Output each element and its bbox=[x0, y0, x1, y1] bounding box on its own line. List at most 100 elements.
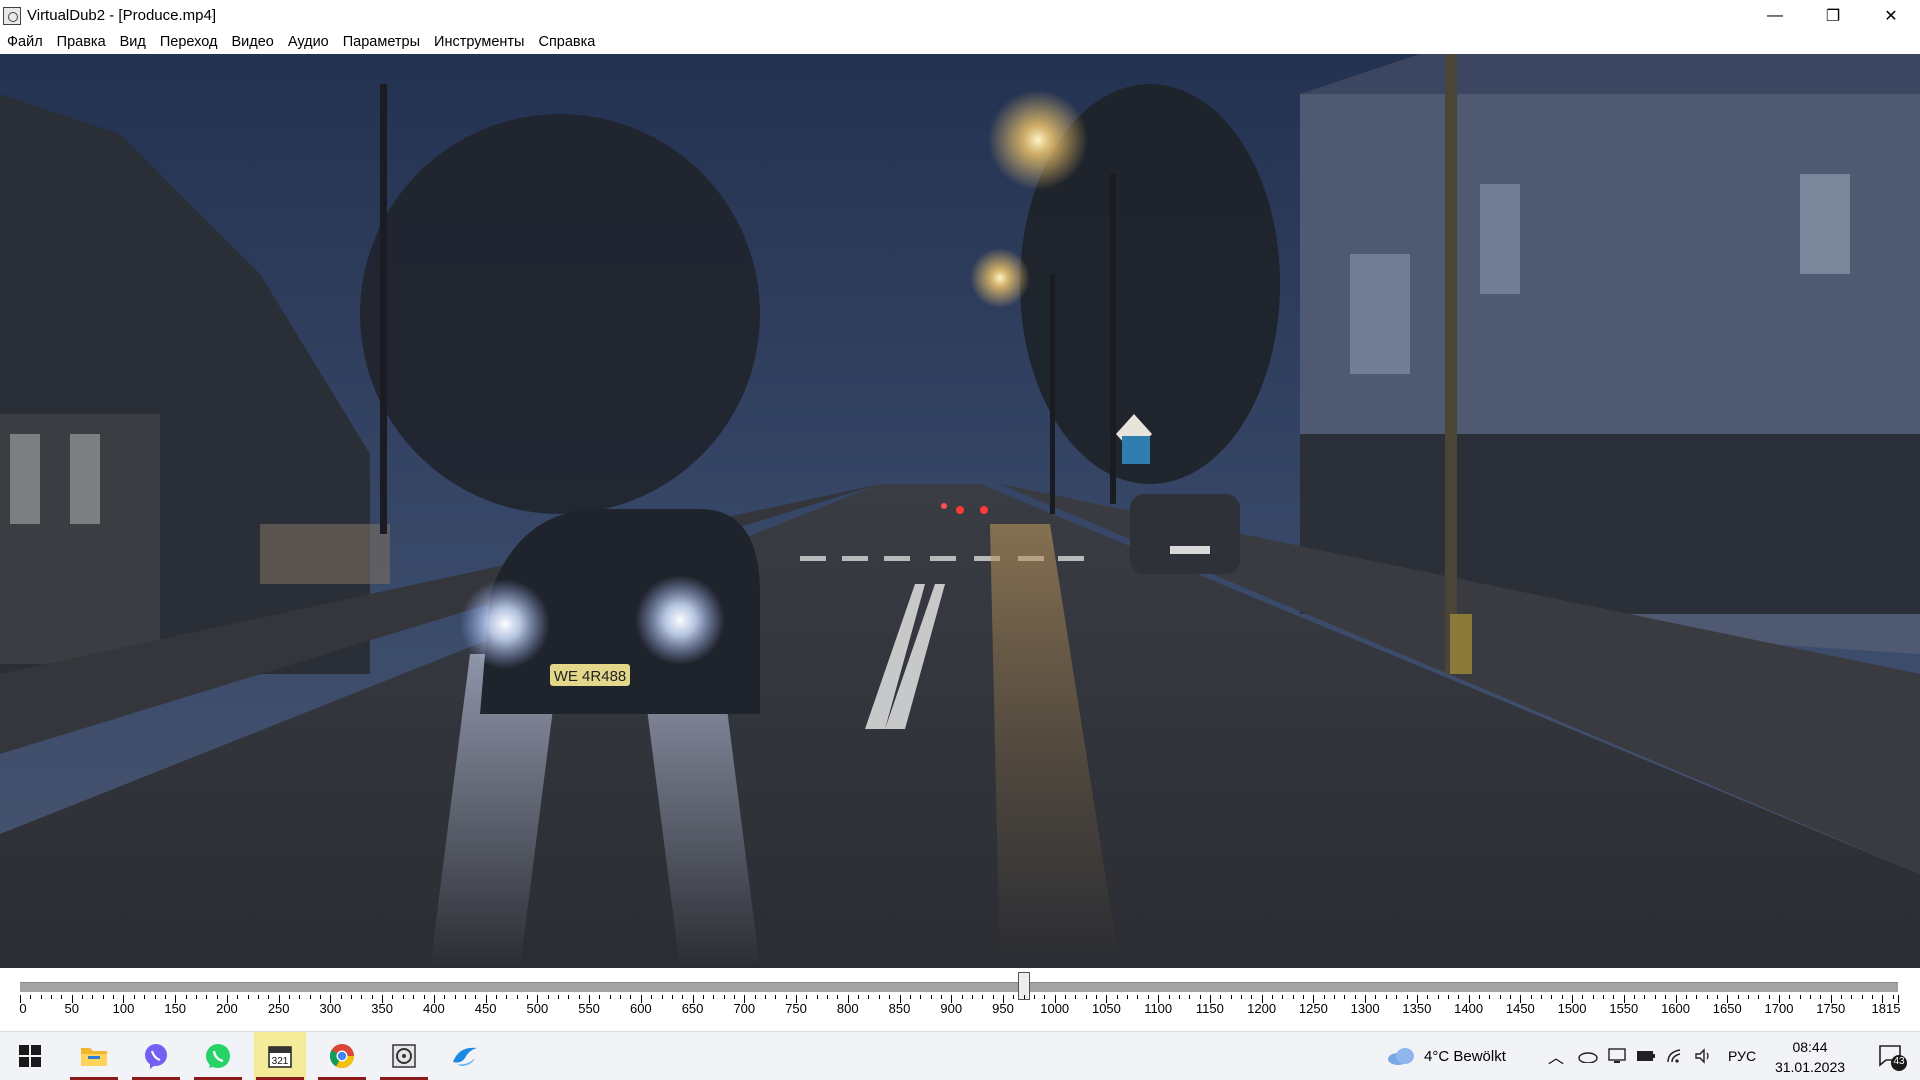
timeline-tick bbox=[1706, 995, 1708, 999]
chrome-icon bbox=[329, 1044, 354, 1069]
timeline-tick bbox=[1282, 995, 1284, 999]
speaker-icon[interactable] bbox=[1694, 1048, 1714, 1064]
timeline-tick-label: 1815 bbox=[1871, 1001, 1901, 1016]
timeline-tick bbox=[1272, 995, 1273, 999]
timeline-tick bbox=[1841, 995, 1843, 999]
timeline-tick-label: 100 bbox=[112, 1001, 135, 1016]
timeline-tick bbox=[620, 995, 622, 999]
timeline-tick-label: 150 bbox=[164, 1001, 187, 1016]
timeline-tick-label: 700 bbox=[733, 1001, 756, 1016]
notification-center-button[interactable]: 43 bbox=[1878, 1042, 1908, 1072]
timeline-tick bbox=[1168, 995, 1170, 999]
language-indicator[interactable]: РУС bbox=[1728, 1048, 1756, 1064]
timeline-tick bbox=[889, 995, 891, 999]
timeline-tick-label: 600 bbox=[629, 1001, 652, 1016]
timeline-tick-label: 1250 bbox=[1298, 1001, 1328, 1016]
timeline-tick bbox=[961, 995, 963, 999]
timeline-tick bbox=[1747, 995, 1749, 999]
timeline-tick bbox=[1509, 995, 1511, 999]
timeline-tick bbox=[402, 995, 404, 999]
timeline-tick-label: 750 bbox=[785, 1001, 807, 1016]
timeline-tick-label: 450 bbox=[474, 1001, 497, 1016]
timeline-tick bbox=[1685, 995, 1687, 999]
onedrive-cloud-icon[interactable] bbox=[1578, 1049, 1598, 1063]
maximize-button[interactable]: ❐ bbox=[1804, 0, 1862, 31]
timeline-tick-label: 1450 bbox=[1505, 1001, 1535, 1016]
timeline-tick bbox=[257, 995, 259, 999]
timeline-tick bbox=[920, 995, 922, 999]
timeline-tick-label: 50 bbox=[64, 1001, 79, 1016]
timeline-tick bbox=[1334, 995, 1336, 999]
timeline-tick bbox=[599, 995, 601, 999]
timeline-tick bbox=[1541, 995, 1543, 999]
timeline-tick bbox=[195, 995, 197, 999]
timeline-tick bbox=[1716, 995, 1718, 999]
timeline-tick-label: 1350 bbox=[1402, 1001, 1432, 1016]
chevron-up-icon[interactable]: ︿ bbox=[1548, 1044, 1564, 1068]
timeline-tick bbox=[1447, 995, 1449, 999]
taskbar-edge[interactable] bbox=[440, 1032, 492, 1080]
timeline-tick bbox=[1303, 995, 1305, 999]
timeline-tick bbox=[1375, 995, 1377, 999]
battery-icon[interactable] bbox=[1636, 1049, 1656, 1063]
timeline-tick bbox=[858, 995, 860, 999]
taskbar-calendar[interactable]: 321 bbox=[254, 1032, 306, 1080]
timeline-tick bbox=[309, 995, 311, 999]
clock[interactable]: 08:44 31.01.2023 bbox=[1770, 1037, 1850, 1077]
start-button[interactable] bbox=[4, 1032, 56, 1080]
menu-video[interactable]: Видео bbox=[231, 34, 273, 50]
timeline-tick bbox=[247, 995, 249, 999]
timeline-tick bbox=[568, 995, 570, 999]
timeline-tick bbox=[630, 995, 632, 999]
timeline-tick bbox=[1758, 995, 1760, 999]
taskbar-viber[interactable] bbox=[130, 1032, 182, 1080]
timeline-tick bbox=[340, 995, 342, 999]
taskbar-explorer[interactable] bbox=[68, 1032, 120, 1080]
clock-time: 08:44 bbox=[1792, 1039, 1828, 1055]
menu-help[interactable]: Справка bbox=[538, 34, 595, 50]
timeline-tick bbox=[982, 995, 984, 999]
playback-control-strip[interactable] bbox=[0, 1023, 760, 1036]
wifi-icon[interactable] bbox=[1666, 1048, 1684, 1064]
timeline-tick bbox=[1478, 995, 1480, 999]
timeline-tick bbox=[1385, 995, 1387, 999]
timeline-tick-label: 1700 bbox=[1764, 1001, 1794, 1016]
weather-widget[interactable]: 4°C Bewölkt bbox=[1386, 1032, 1506, 1080]
timeline-tick bbox=[1065, 995, 1067, 999]
minimize-button[interactable]: — bbox=[1746, 0, 1804, 31]
timeline-tick bbox=[423, 995, 425, 999]
window-controls: — ❐ ✕ bbox=[1746, 0, 1920, 31]
menu-file[interactable]: Файл bbox=[7, 34, 43, 50]
menu-view[interactable]: Вид bbox=[120, 34, 146, 50]
close-button[interactable]: ✕ bbox=[1862, 0, 1920, 31]
menu-options[interactable]: Параметры bbox=[343, 34, 420, 50]
timeline[interactable]: 0 50 100 150 200 250 300 350 400 450 500 550 600 650 7… bbox=[0, 968, 1920, 1036]
timeline-track[interactable] bbox=[20, 982, 1898, 992]
menu-bar: Файл Правка Вид Переход Видео Аудио Пара… bbox=[0, 31, 1920, 53]
timeline-tick-label: 1750 bbox=[1816, 1001, 1846, 1016]
timeline-tick bbox=[1044, 995, 1046, 999]
menu-go[interactable]: Переход bbox=[160, 34, 218, 50]
timeline-tick bbox=[1789, 995, 1791, 999]
virtualdub-app-icon[interactable] bbox=[3, 6, 21, 25]
timeline-tick bbox=[1644, 995, 1646, 999]
virtualdub-window: VirtualDub2 - [Produce.mp4] — ❐ ✕ Файл П… bbox=[0, 0, 1920, 1036]
timeline-tick bbox=[940, 995, 942, 999]
taskbar-virtualdub[interactable] bbox=[378, 1032, 430, 1080]
display-icon[interactable] bbox=[1608, 1047, 1626, 1065]
menu-tools[interactable]: Инструменты bbox=[434, 34, 524, 50]
taskbar-whatsapp[interactable] bbox=[192, 1032, 244, 1080]
timeline-tick bbox=[1240, 995, 1242, 999]
menu-edit[interactable]: Правка bbox=[57, 34, 106, 50]
taskbar-chrome[interactable] bbox=[316, 1032, 368, 1080]
menu-audio[interactable]: Аудио bbox=[288, 34, 329, 50]
timeline-tick bbox=[299, 995, 301, 999]
timeline-tick bbox=[713, 995, 715, 999]
license-plate-text: WE 4R488 bbox=[554, 668, 627, 685]
title-bar[interactable]: VirtualDub2 - [Produce.mp4] — ❐ ✕ bbox=[0, 0, 1920, 31]
timeline-tick bbox=[1530, 995, 1532, 999]
folder-icon bbox=[81, 1048, 107, 1066]
timeline-tick bbox=[320, 995, 322, 999]
timeline-tick bbox=[992, 995, 994, 999]
timeline-tick bbox=[1799, 995, 1801, 999]
